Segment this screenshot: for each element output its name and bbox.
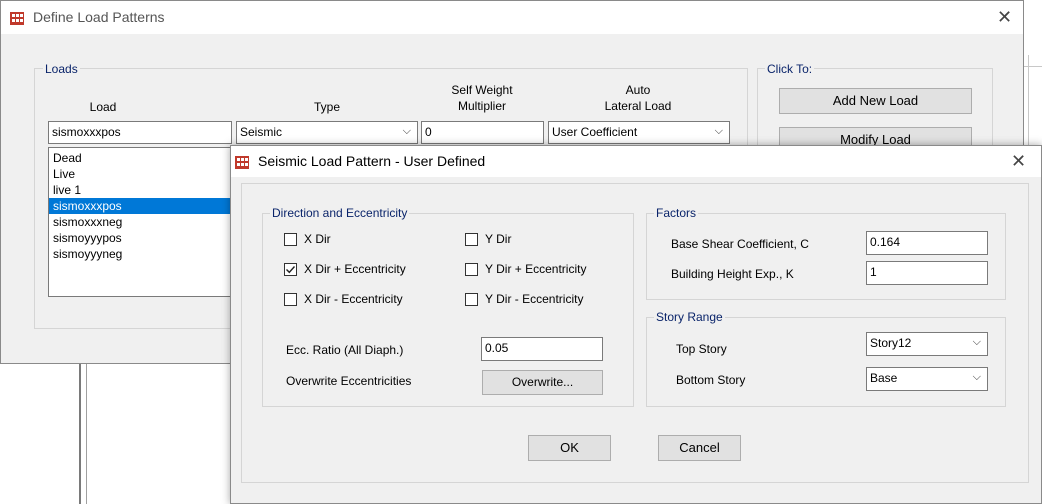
checkmark-icon (286, 266, 296, 274)
load-list-item[interactable]: sismoxxxneg (49, 214, 231, 230)
ecc-ratio-input[interactable]: 0.05 (481, 337, 603, 361)
close-icon[interactable]: ✕ (997, 9, 1012, 27)
canvas-grid-line (86, 364, 87, 504)
title-bar: Define Load Patterns ✕ (1, 1, 1023, 34)
load-list[interactable]: Dead Live live 1 sismoxxxpos sismoxxxneg sism… (48, 147, 232, 297)
factors-group-label: Factors (654, 206, 699, 220)
load-type-select[interactable]: Seismic ⌵ (236, 121, 418, 144)
y-dir-minus-label: Y Dir - Eccentricity (485, 292, 584, 306)
top-story-select[interactable]: Story12 ⌵ (866, 332, 988, 356)
ok-button[interactable]: OK (528, 435, 611, 461)
checkbox-box (284, 293, 297, 306)
auto-lateral-header-line2: Lateral Load (604, 99, 672, 113)
canvas-grid-line (1028, 55, 1029, 145)
canvas-grid-line (79, 364, 81, 504)
checkbox-box (284, 263, 297, 276)
load-list-item[interactable]: sismoyyyneg (49, 246, 231, 262)
self-weight-multiplier-input[interactable]: 0 (421, 121, 544, 144)
y-dir-plus-label: Y Dir + Eccentricity (485, 262, 587, 276)
checkbox-box (284, 233, 297, 246)
auto-lateral-load-value: User Coefficient (552, 125, 638, 139)
dialog-title: Define Load Patterns (33, 9, 165, 25)
add-new-load-button[interactable]: Add New Load (779, 88, 972, 114)
self-weight-header-line1: Self Weight (451, 83, 513, 97)
base-shear-coefficient-label: Base Shear Coefficient, C (671, 237, 809, 251)
bottom-story-label: Bottom Story (676, 373, 746, 387)
etabs-app-icon (9, 10, 25, 26)
chevron-down-icon: ⌵ (972, 370, 981, 383)
top-story-label: Top Story (676, 342, 727, 356)
seismic-load-pattern-dialog: Seismic Load Pattern - User Defined ✕ Di… (230, 145, 1042, 504)
close-icon[interactable]: ✕ (1011, 153, 1026, 171)
sub-title-bar: Seismic Load Pattern - User Defined ✕ (231, 146, 1041, 177)
cancel-button[interactable]: Cancel (658, 435, 741, 461)
etabs-app-icon (235, 156, 249, 169)
load-list-item[interactable]: sismoyyypos (49, 230, 231, 246)
chevron-down-icon: ⌵ (714, 124, 723, 137)
sub-dialog-title: Seismic Load Pattern - User Defined (258, 153, 486, 169)
load-list-item[interactable]: live 1 (49, 182, 231, 198)
load-type-value: Seismic (240, 125, 283, 139)
checkbox-box (465, 293, 478, 306)
overwrite-button[interactable]: Overwrite... (482, 370, 603, 395)
canvas-grid-line (1024, 66, 1042, 67)
story-range-label: Story Range (654, 310, 725, 324)
bottom-story-value: Base (870, 371, 898, 385)
load-list-item[interactable]: Dead (49, 150, 231, 166)
self-weight-header-line2: Multiplier (457, 99, 506, 113)
load-column-header: Load (89, 100, 117, 114)
load-list-item[interactable]: sismoxxxpos (49, 198, 231, 214)
building-height-exp-input[interactable]: 1 (866, 261, 988, 285)
base-shear-coefficient-input[interactable]: 0.164 (866, 231, 988, 255)
checkbox-box (465, 263, 478, 276)
factors-group (646, 213, 1006, 300)
building-height-exp-label: Building Height Exp., K (671, 267, 794, 281)
loads-group-label: Loads (43, 62, 80, 76)
x-dir-plus-label: X Dir + Eccentricity (304, 262, 406, 276)
story-range-group (646, 317, 1006, 407)
click-to-label: Click To: (765, 62, 815, 76)
checkbox-box (465, 233, 478, 246)
load-name-input[interactable]: sismoxxxpos (48, 121, 232, 144)
x-dir-minus-label: X Dir - Eccentricity (304, 292, 403, 306)
chevron-down-icon: ⌵ (972, 335, 981, 348)
type-column-header: Type (313, 100, 340, 114)
bottom-story-select[interactable]: Base ⌵ (866, 367, 988, 391)
top-story-value: Story12 (870, 336, 912, 350)
direction-group-label: Direction and Eccentricity (270, 206, 410, 220)
chevron-down-icon: ⌵ (402, 124, 411, 137)
ecc-ratio-label: Ecc. Ratio (All Diaph.) (286, 343, 404, 357)
auto-lateral-load-select[interactable]: User Coefficient ⌵ (548, 121, 730, 144)
overwrite-eccentricities-label: Overwrite Eccentricities (286, 374, 412, 388)
load-list-item[interactable]: Live (49, 166, 231, 182)
y-dir-label: Y Dir (485, 232, 512, 246)
x-dir-label: X Dir (304, 232, 331, 246)
auto-lateral-header-line1: Auto (625, 83, 651, 97)
